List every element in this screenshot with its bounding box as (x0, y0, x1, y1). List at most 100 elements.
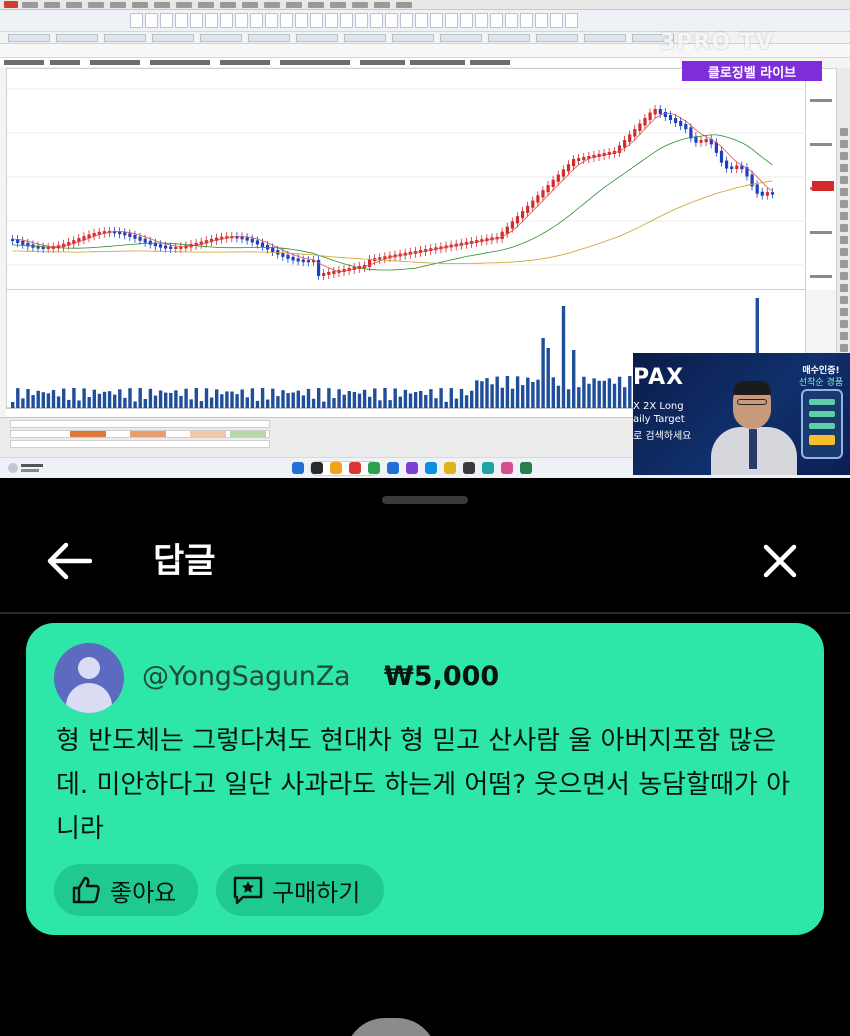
sheet-drag-handle[interactable] (382, 496, 468, 504)
info-text-blur (360, 60, 405, 65)
volume-bar (347, 391, 351, 408)
candlestick-chart-canvas (7, 88, 807, 280)
drawing-tool-icon (840, 128, 848, 136)
volume-bar (623, 387, 627, 408)
candle (184, 245, 188, 249)
candle (674, 118, 678, 123)
volume-bar (204, 388, 209, 408)
volume-bar (352, 391, 357, 408)
like-button[interactable]: 좋아요 (54, 864, 198, 916)
volume-bar (403, 389, 408, 408)
taskbar-app-icon (292, 462, 304, 474)
volume-bar (541, 338, 545, 408)
candle (291, 256, 295, 261)
weather-icon (8, 463, 18, 473)
livestream-video-frame[interactable]: 3PRO TV 클로징벨 라이브 PAX X 2X Long aily Targ… (0, 0, 850, 478)
trading-app-menubar (0, 0, 850, 10)
volume-bar (36, 390, 40, 408)
reply-bottom-sheet: 답글 @YongSagunZa ₩5,000 형 반도체는 그렇다쳐도 현대차 … (0, 478, 850, 1036)
volume-bar (107, 391, 112, 408)
candle (174, 246, 178, 249)
volume-bar (31, 395, 35, 408)
candle (582, 157, 586, 160)
weather-widget (8, 462, 44, 474)
candle (306, 260, 310, 263)
candle (327, 272, 331, 275)
toolbar-tab (56, 34, 98, 42)
bottom-panel-row (10, 420, 270, 428)
volume-bar (342, 394, 346, 408)
drawing-tool-icon (840, 140, 848, 148)
volume-bar (306, 388, 311, 408)
candle (133, 234, 137, 239)
drawing-tool-icon (840, 308, 848, 316)
candle (128, 233, 132, 237)
volume-bar (485, 378, 489, 408)
candlestick-chart (6, 68, 807, 290)
drawing-tool-icon (840, 212, 848, 220)
volume-bar (215, 389, 219, 408)
drawing-tool-icon (840, 284, 848, 292)
volume-bar (148, 388, 153, 408)
volume-bar (561, 306, 566, 408)
axis-tick-blur (810, 143, 832, 146)
volume-bar (291, 392, 295, 408)
volume-bar (286, 393, 290, 408)
volume-bar (133, 401, 137, 408)
close-button[interactable] (752, 534, 808, 588)
toolbar-button (355, 13, 368, 28)
toolbar-tab (488, 34, 530, 42)
volume-bar (531, 381, 535, 408)
toolbar-button (535, 13, 548, 28)
toolbar-button (325, 13, 338, 28)
candle (500, 231, 504, 239)
volume-bar (118, 389, 122, 408)
volume-bar (536, 379, 540, 408)
taskbar-app-icon (330, 462, 342, 474)
volume-bar (255, 400, 260, 408)
bottom-panel-chip (190, 431, 226, 437)
candle (577, 158, 581, 161)
toolbar-tab (8, 34, 50, 42)
arrow-left-icon (47, 542, 92, 580)
buy-button[interactable]: 구매하기 (216, 864, 384, 916)
candle (21, 240, 25, 245)
volume-bar (77, 400, 81, 408)
toolbar-tab (152, 34, 194, 42)
toolbar-button (430, 13, 443, 28)
volume-bar (169, 392, 173, 408)
candle (250, 238, 254, 243)
candle (765, 192, 769, 196)
volume-bar (143, 398, 147, 408)
author-name[interactable]: @YongSagunZa (142, 659, 351, 695)
toolbar-button (160, 13, 173, 28)
volume-bar (408, 393, 413, 408)
like-button-label: 좋아요 (110, 878, 177, 907)
volume-bar (266, 399, 270, 408)
thumbs-up-icon (68, 872, 104, 908)
channel-watermark: 3PRO TV (660, 30, 774, 55)
candle (684, 124, 688, 130)
volume-bar (174, 390, 178, 408)
toolbar-tab (104, 34, 146, 42)
volume-bar (67, 399, 71, 408)
sheet-header: 답글 (0, 526, 850, 596)
volume-bar (434, 398, 438, 408)
volume-bar (419, 390, 423, 408)
back-button[interactable] (36, 534, 102, 588)
bottom-panel-row (10, 440, 270, 448)
drawing-tool-icon (840, 332, 848, 340)
candle (760, 191, 764, 196)
drawing-tool-icon (840, 296, 848, 304)
volume-bar (362, 389, 367, 408)
avatar[interactable] (54, 643, 124, 713)
toolbar-button (475, 13, 488, 28)
drawing-tool-icon (840, 344, 848, 352)
toolbar-button (190, 13, 203, 28)
candle (623, 140, 627, 148)
toolbar-button (415, 13, 428, 28)
candle (541, 190, 545, 198)
toolbar-button (505, 13, 518, 28)
volume-bar (281, 390, 285, 408)
volume-bar (113, 394, 117, 408)
